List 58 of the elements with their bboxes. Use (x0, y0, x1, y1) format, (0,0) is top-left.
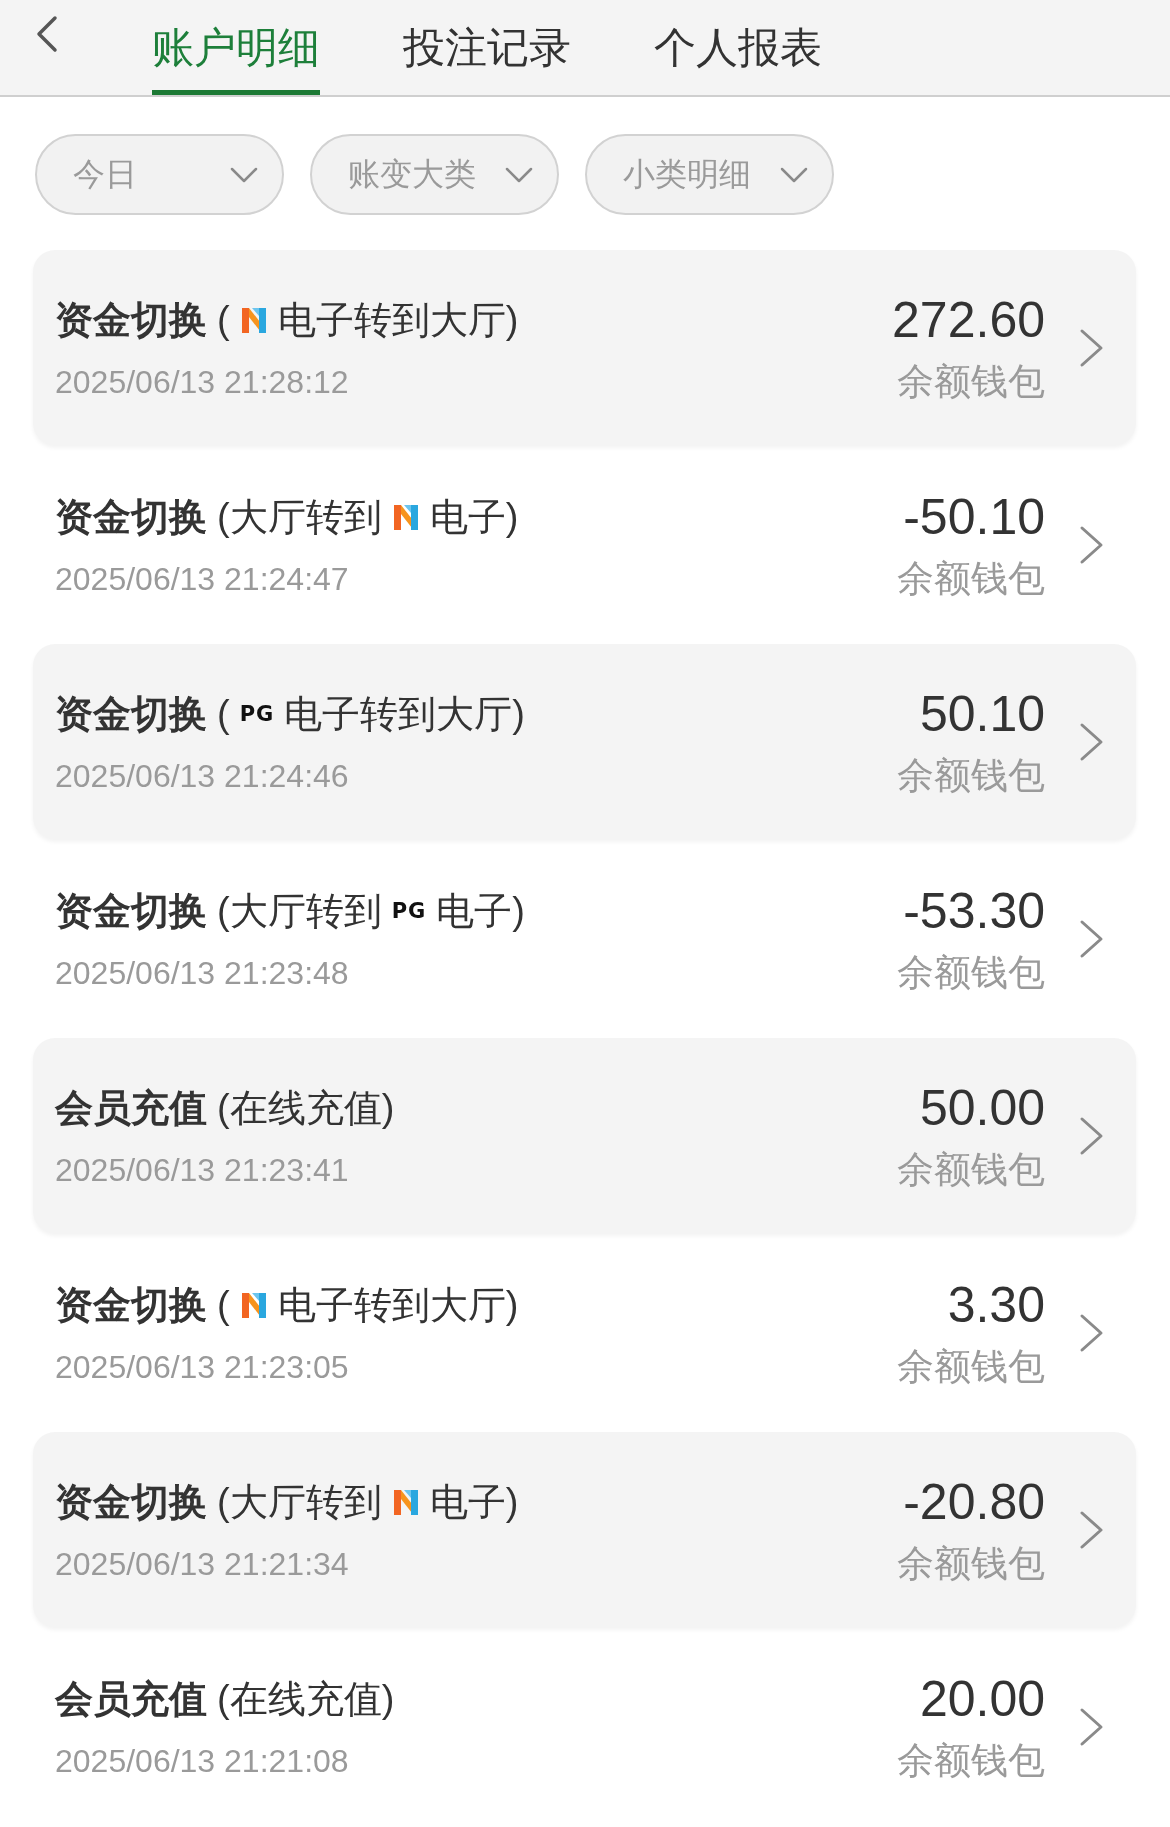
record-time: 2025/06/13 21:24:47 (55, 559, 350, 599)
record-time: 2025/06/13 21:21:08 (55, 1741, 350, 1781)
record-detail: 电子) (436, 888, 525, 934)
record-amount: 20.00 (919, 1670, 1045, 1727)
wallet-label: 余额钱包 (897, 753, 1045, 798)
record-detail: 电子转到大厅) (284, 691, 525, 737)
record-time: 2025/06/13 21:23:05 (55, 1347, 350, 1387)
record-time: 2025/06/13 21:24:46 (55, 756, 350, 796)
back-icon[interactable] (35, 15, 59, 53)
record-time: 2025/06/13 21:23:48 (55, 953, 350, 993)
record-amount: -53.30 (903, 882, 1045, 939)
record-time: 2025/06/13 21:28:12 (55, 362, 350, 402)
record-detail: 电子转到大厅) (277, 1282, 519, 1328)
record-detail: (大厅转到 (217, 1479, 382, 1525)
record-category: 资金切换 (55, 494, 207, 540)
record-amount: 272.60 (892, 291, 1045, 348)
record-category: 资金切换 (55, 1479, 207, 1525)
record-time: 2025/06/13 21:23:41 (55, 1150, 350, 1190)
record-detail: ( (217, 691, 230, 737)
record-detail: ( (217, 1282, 230, 1328)
record-category: 资金切换 (55, 1282, 207, 1328)
chevron-down-icon (505, 166, 533, 183)
record-card[interactable]: 资金切换 (大厅转到 电子) 2025/06/13 21:21:34 -20.80 余额钱包 (33, 1432, 1136, 1627)
wallet-label: 余额钱包 (897, 1541, 1045, 1586)
wallet-label: 余额钱包 (897, 1344, 1045, 1389)
record-card[interactable]: 资金切换 ( PG 电子转到大厅) 2025/06/13 21:24:46 50.10 余额钱包 (33, 644, 1136, 839)
record-detail: (在线充值) (217, 1676, 395, 1722)
record-detail: (大厅转到 (217, 494, 382, 540)
tab[interactable]: 个人报表 (654, 0, 822, 95)
record-detail: (在线充值) (217, 1085, 395, 1131)
pg-logo: PG (391, 898, 427, 923)
chevron-down-icon (230, 166, 258, 183)
record-category: 资金切换 (55, 691, 207, 737)
record-category: 资金切换 (55, 888, 207, 934)
record-card[interactable]: 会员充值 (在线充值) 2025/06/13 21:23:41 50.00 余额钱包 (33, 1038, 1136, 1233)
record-detail: 电子转到大厅) (277, 297, 519, 343)
wallet-label: 余额钱包 (897, 359, 1045, 404)
record-category: 资金切换 (55, 297, 207, 343)
tab[interactable]: 投注记录 (403, 0, 571, 95)
record-detail: 电子) (429, 494, 519, 540)
record-category: 会员充值 (55, 1085, 207, 1131)
record-detail: (大厅转到 (217, 888, 382, 934)
wallet-label: 余额钱包 (897, 556, 1045, 601)
record-detail: 电子) (429, 1479, 519, 1525)
record-amount: 50.00 (919, 1079, 1045, 1136)
record-amount: 50.10 (919, 685, 1045, 742)
record-time: 2025/06/13 21:21:34 (55, 1544, 350, 1584)
record-detail: ( (217, 297, 230, 343)
pg-logo: PG (239, 701, 275, 726)
wallet-label: 余额钱包 (897, 1738, 1045, 1783)
record-card[interactable]: 资金切换 ( 电子转到大厅) 2025/06/13 21:28:12 272.60 余额钱包 (33, 250, 1136, 445)
wallet-label: 余额钱包 (897, 950, 1045, 995)
record-amount: 3.30 (947, 1276, 1045, 1333)
record-amount: -50.10 (903, 488, 1045, 545)
record-amount: -20.80 (903, 1473, 1045, 1530)
chevron-down-icon (780, 166, 808, 183)
wallet-label: 余额钱包 (897, 1147, 1045, 1192)
record-category: 会员充值 (55, 1676, 207, 1722)
